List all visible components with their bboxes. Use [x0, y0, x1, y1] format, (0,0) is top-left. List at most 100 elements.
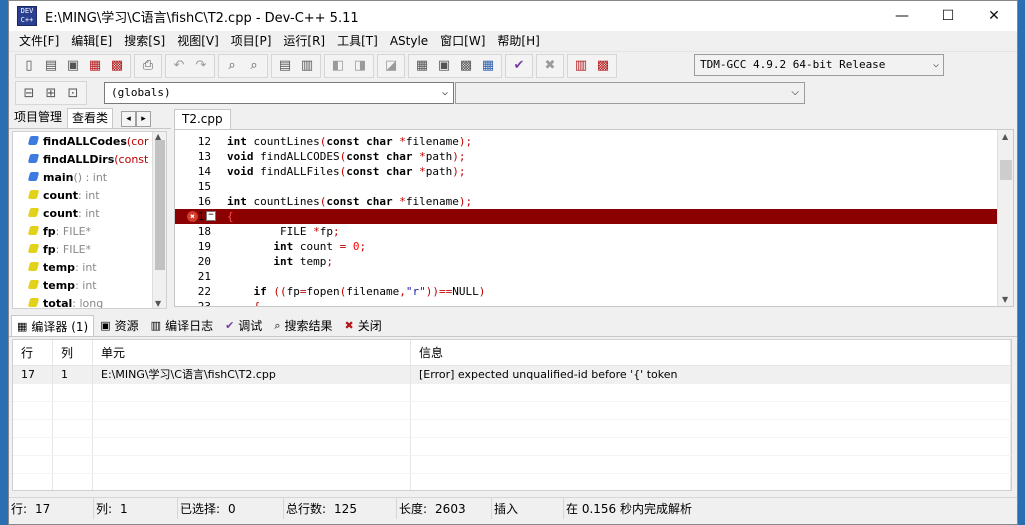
delete-icon[interactable]: ✖	[540, 56, 560, 76]
column-header-unit[interactable]: 单元	[93, 340, 411, 365]
compile-log-icon: ▥	[150, 319, 162, 332]
tab-project[interactable]: 项目管理	[9, 107, 67, 128]
tab-resources[interactable]: ▣ 资源	[94, 315, 144, 336]
empty-row	[13, 402, 1011, 420]
chevron-up-icon[interactable]: ▲	[1002, 132, 1008, 141]
menu-astyle[interactable]: AStyle	[384, 31, 434, 51]
status-col: 列: 1	[94, 498, 178, 519]
save-icon[interactable]: ▣	[63, 56, 83, 76]
variable-icon	[27, 208, 40, 217]
status-bar: 行: 17 列: 1 已选择: 0 总行数: 125 长度: 2603 插入 在 0.15…	[9, 497, 1017, 519]
debug-check-icon: ✔	[225, 319, 235, 332]
stop-icon[interactable]: ◪	[381, 56, 401, 76]
menu-edit[interactable]: 编辑[E]	[65, 31, 118, 51]
close-button[interactable]: ✕	[971, 1, 1017, 31]
redo-icon[interactable]: ↷	[191, 56, 211, 76]
menu-tools[interactable]: 工具[T]	[331, 31, 384, 51]
code-line: 22 if ((fp=fopen(filename,"r"))==NULL)	[197, 285, 486, 298]
empty-row	[13, 456, 1011, 474]
tree-item[interactable]: count: int	[13, 186, 166, 204]
compile-icon[interactable]: ▦	[412, 56, 432, 76]
tab-close[interactable]: ✖ 关闭	[339, 315, 388, 336]
tree-scroll-thumb[interactable]	[155, 140, 165, 270]
column-header-line[interactable]: 行	[13, 340, 53, 365]
toggle-icon[interactable]: ⊞	[41, 83, 61, 103]
tree-item[interactable]: total: long	[13, 294, 166, 308]
variable-icon	[27, 244, 40, 253]
error-marker-icon: ✖	[187, 211, 198, 222]
bookmark-forward-icon[interactable]: ◨	[350, 56, 370, 76]
chart-icon[interactable]: ▥	[571, 56, 591, 76]
tree-item[interactable]: temp: int	[13, 276, 166, 294]
tree-item[interactable]: fp: FILE*	[13, 240, 166, 258]
rebuild-icon[interactable]: ▦	[478, 56, 498, 76]
tree-item[interactable]: count: int	[13, 204, 166, 222]
code-editor[interactable]: 12 int countLines(const char *filename); …	[174, 129, 1014, 307]
replace-icon[interactable]: ⌕	[244, 56, 264, 76]
tree-item[interactable]: fp: FILE*	[13, 222, 166, 240]
unindent-icon[interactable]: ▥	[297, 56, 317, 76]
menu-help[interactable]: 帮助[H]	[491, 31, 545, 51]
open-file-icon[interactable]: ▤	[41, 56, 61, 76]
tab-scroll-right-icon[interactable]: ▸	[136, 111, 152, 127]
tab-t2-cpp[interactable]: T2.cpp	[174, 109, 231, 129]
empty-row	[13, 384, 1011, 402]
indent-icon[interactable]: ▤	[275, 56, 295, 76]
compiler-icon: ▦	[17, 319, 28, 333]
tab-compiler[interactable]: ▦ 编译器 (1)	[11, 315, 95, 336]
profile-delete-icon[interactable]: ▩	[593, 56, 613, 76]
tree-item[interactable]: main() : int	[13, 168, 166, 186]
minimize-button[interactable]: —	[879, 1, 925, 31]
close-file-icon[interactable]: ▩	[107, 56, 127, 76]
chevron-down-icon[interactable]: ▼	[155, 299, 161, 308]
variable-icon	[27, 298, 40, 307]
menu-view[interactable]: 视图[V]	[171, 31, 225, 51]
fold-collapse-icon[interactable]: −	[206, 211, 216, 221]
compiler-select[interactable]: TDM-GCC 4.9.2 64-bit Release ⌵	[694, 54, 944, 76]
tab-debug[interactable]: ✔ 调试	[219, 315, 268, 336]
editor-scrollbar[interactable]: ▲ ▼	[997, 130, 1013, 306]
tree-item[interactable]: temp: int	[13, 258, 166, 276]
column-header-col[interactable]: 列	[53, 340, 93, 365]
scope-select[interactable]: (globals) ⌵	[104, 82, 454, 104]
title-bar: DEV C++ E:\MING\学习\C语言\fishC\T2.cpp - De…	[9, 1, 1017, 31]
find-icon[interactable]: ⌕	[222, 56, 242, 76]
code-line: 21	[197, 270, 211, 283]
new-file-icon[interactable]: ▯	[19, 56, 39, 76]
menu-search[interactable]: 搜索[S]	[118, 31, 171, 51]
table-row[interactable]: 17 1 E:\MING\学习\C语言\fishC\T2.cpp [Error]…	[13, 366, 1011, 384]
run-icon[interactable]: ▣	[434, 56, 454, 76]
editor-scroll-thumb[interactable]	[1000, 160, 1012, 180]
save-all-icon[interactable]: ▦	[85, 56, 105, 76]
search-icon: ⌕	[274, 318, 281, 332]
menu-run[interactable]: 运行[R]	[277, 31, 331, 51]
compiler-value: TDM-GCC 4.9.2 64-bit Release	[700, 58, 886, 71]
tab-compile-log[interactable]: ▥ 编译日志	[145, 315, 219, 336]
insert-icon[interactable]: ⊟	[19, 83, 39, 103]
print-icon[interactable]: ⎙	[138, 56, 158, 76]
variable-icon	[27, 262, 40, 271]
tab-scroll-left-icon[interactable]: ◂	[121, 111, 137, 127]
maximize-button[interactable]: ☐	[925, 1, 971, 31]
chevron-down-icon[interactable]: ▼	[1002, 295, 1008, 304]
check-syntax-icon[interactable]: ✔	[509, 56, 529, 76]
menu-bar: 文件[F] 编辑[E] 搜索[S] 视图[V] 项目[P] 运行[R] 工具[T…	[9, 31, 1017, 51]
code-line: 12 int countLines(const char *filename);	[197, 135, 473, 148]
tree-item[interactable]: findALLCodes (cor	[13, 132, 166, 150]
goto-icon[interactable]: ⊡	[63, 83, 83, 103]
class-tree: findALLCodes (cor findALLDirs (const main(…	[12, 131, 167, 309]
tab-search-results[interactable]: ⌕ 搜索结果	[268, 315, 338, 336]
member-select[interactable]: ⌵	[455, 82, 805, 104]
tree-scrollbar[interactable]: ▲ ▼	[152, 132, 166, 308]
tree-item[interactable]: findALLDirs (const	[13, 150, 166, 168]
menu-window[interactable]: 窗口[W]	[434, 31, 491, 51]
tab-classes[interactable]: 查看类	[67, 108, 114, 128]
menu-file[interactable]: 文件[F]	[13, 31, 65, 51]
menu-project[interactable]: 项目[P]	[225, 31, 278, 51]
compile-run-icon[interactable]: ▩	[456, 56, 476, 76]
code-line: 18 FILE *fp;	[197, 225, 340, 238]
column-header-message[interactable]: 信息	[411, 340, 1011, 365]
bookmark-back-icon[interactable]: ◧	[328, 56, 348, 76]
undo-icon[interactable]: ↶	[169, 56, 189, 76]
variable-icon	[27, 190, 40, 199]
